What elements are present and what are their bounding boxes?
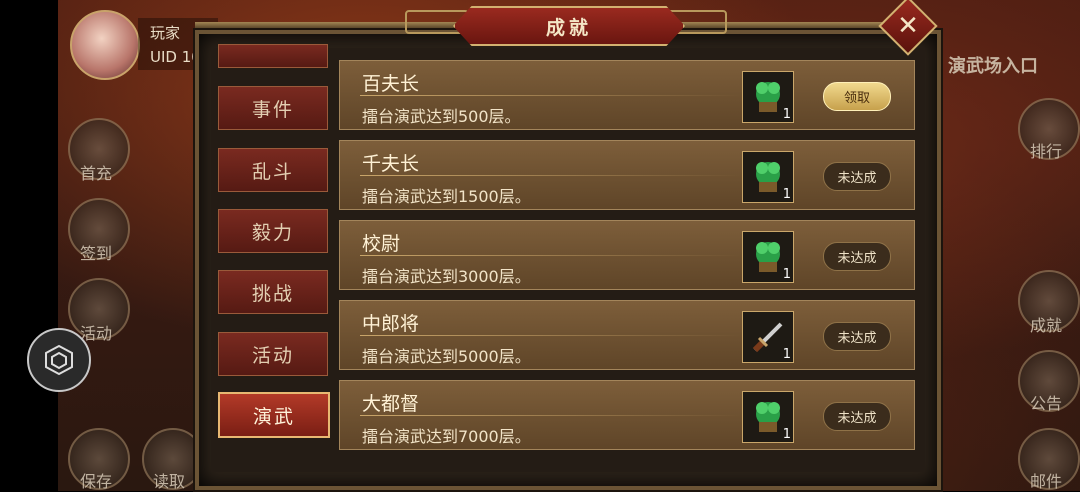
not-achieved-status: 未达成	[823, 242, 891, 271]
achievement-row: 中郎将 擂台演武达到5000层。 1 未达成	[339, 300, 915, 370]
achievement-title: 大都督	[362, 393, 420, 415]
achievement-title: 中郎将	[362, 313, 420, 335]
not-achieved-status: 未达成	[823, 402, 891, 431]
tab-events[interactable]: 事件	[218, 86, 328, 130]
achievement-title: 千夫长	[362, 153, 420, 175]
achievement-desc: 擂台演武达到7000层。	[362, 427, 531, 446]
title-plaque: 成就	[453, 6, 685, 46]
dialog-title: 成就	[545, 16, 592, 39]
tab-challenge[interactable]: 挑战	[218, 270, 328, 314]
save-label: 保存	[80, 472, 113, 491]
item-count: 1	[782, 267, 791, 282]
item-count: 1	[782, 187, 791, 202]
claim-button[interactable]: 领取	[823, 82, 891, 111]
tab-brawl[interactable]: 乱斗	[218, 148, 328, 192]
not-achieved-status: 未达成	[823, 322, 891, 351]
achievement-desc: 擂台演武达到1500层。	[362, 187, 531, 206]
achievement-row: 大都督 擂台演武达到7000层。 1 未达成	[339, 380, 915, 450]
mail-label: 邮件	[1030, 472, 1063, 491]
title-divider	[360, 175, 740, 176]
achievement-desc: 擂台演武达到3000层。	[362, 267, 531, 286]
ranking-label: 排行	[1030, 142, 1063, 161]
close-icon[interactable]: ✕	[887, 5, 929, 47]
achievement-title: 校尉	[362, 233, 401, 255]
achievement-row: 校尉 擂台演武达到3000层。 1 未达成	[339, 220, 915, 290]
achievement-label: 成就	[1030, 316, 1063, 335]
left-black-bar	[0, 0, 58, 491]
reward-item[interactable]: 1	[742, 311, 794, 363]
achievement-row: 百夫长 擂台演武达到500层。 1 领取	[339, 60, 915, 130]
sign-in-label: 签到	[80, 244, 113, 263]
title-divider	[360, 415, 740, 416]
reward-item[interactable]: 1	[742, 391, 794, 443]
arena-entrance-label[interactable]: 演武场入口	[948, 52, 1038, 78]
dialog-title-bar: 成就	[195, 0, 933, 46]
load-label: 读取	[153, 472, 186, 491]
reward-item[interactable]: 1	[742, 231, 794, 283]
item-count: 1	[782, 107, 791, 122]
tab-perseverance[interactable]: 毅力	[218, 209, 328, 253]
achievement-desc: 擂台演武达到5000层。	[362, 347, 531, 366]
player-avatar[interactable]	[70, 10, 140, 80]
tab-activity[interactable]: 活动	[218, 332, 328, 376]
player-name: 玩家	[150, 24, 181, 42]
title-divider	[360, 255, 740, 256]
item-count: 1	[782, 427, 791, 442]
player-uid: UID 10	[150, 48, 201, 66]
cube-icon	[45, 344, 73, 376]
tab-partial-hidden[interactable]	[218, 44, 328, 68]
achievement-title: 百夫长	[362, 73, 420, 95]
floating-menu-button[interactable]	[27, 328, 91, 392]
tab-martial-arena[interactable]: 演武	[218, 392, 330, 438]
item-count: 1	[782, 347, 791, 362]
first-recharge-label: 首充	[80, 164, 113, 183]
achievement-desc: 擂台演武达到500层。	[362, 107, 521, 126]
reward-item[interactable]: 1	[742, 71, 794, 123]
achievement-row: 千夫长 擂台演武达到1500层。 1 未达成	[339, 140, 915, 210]
not-achieved-status: 未达成	[823, 162, 891, 191]
notice-label: 公告	[1030, 394, 1063, 413]
title-divider	[360, 95, 740, 96]
reward-item[interactable]: 1	[742, 151, 794, 203]
title-divider	[360, 335, 740, 336]
